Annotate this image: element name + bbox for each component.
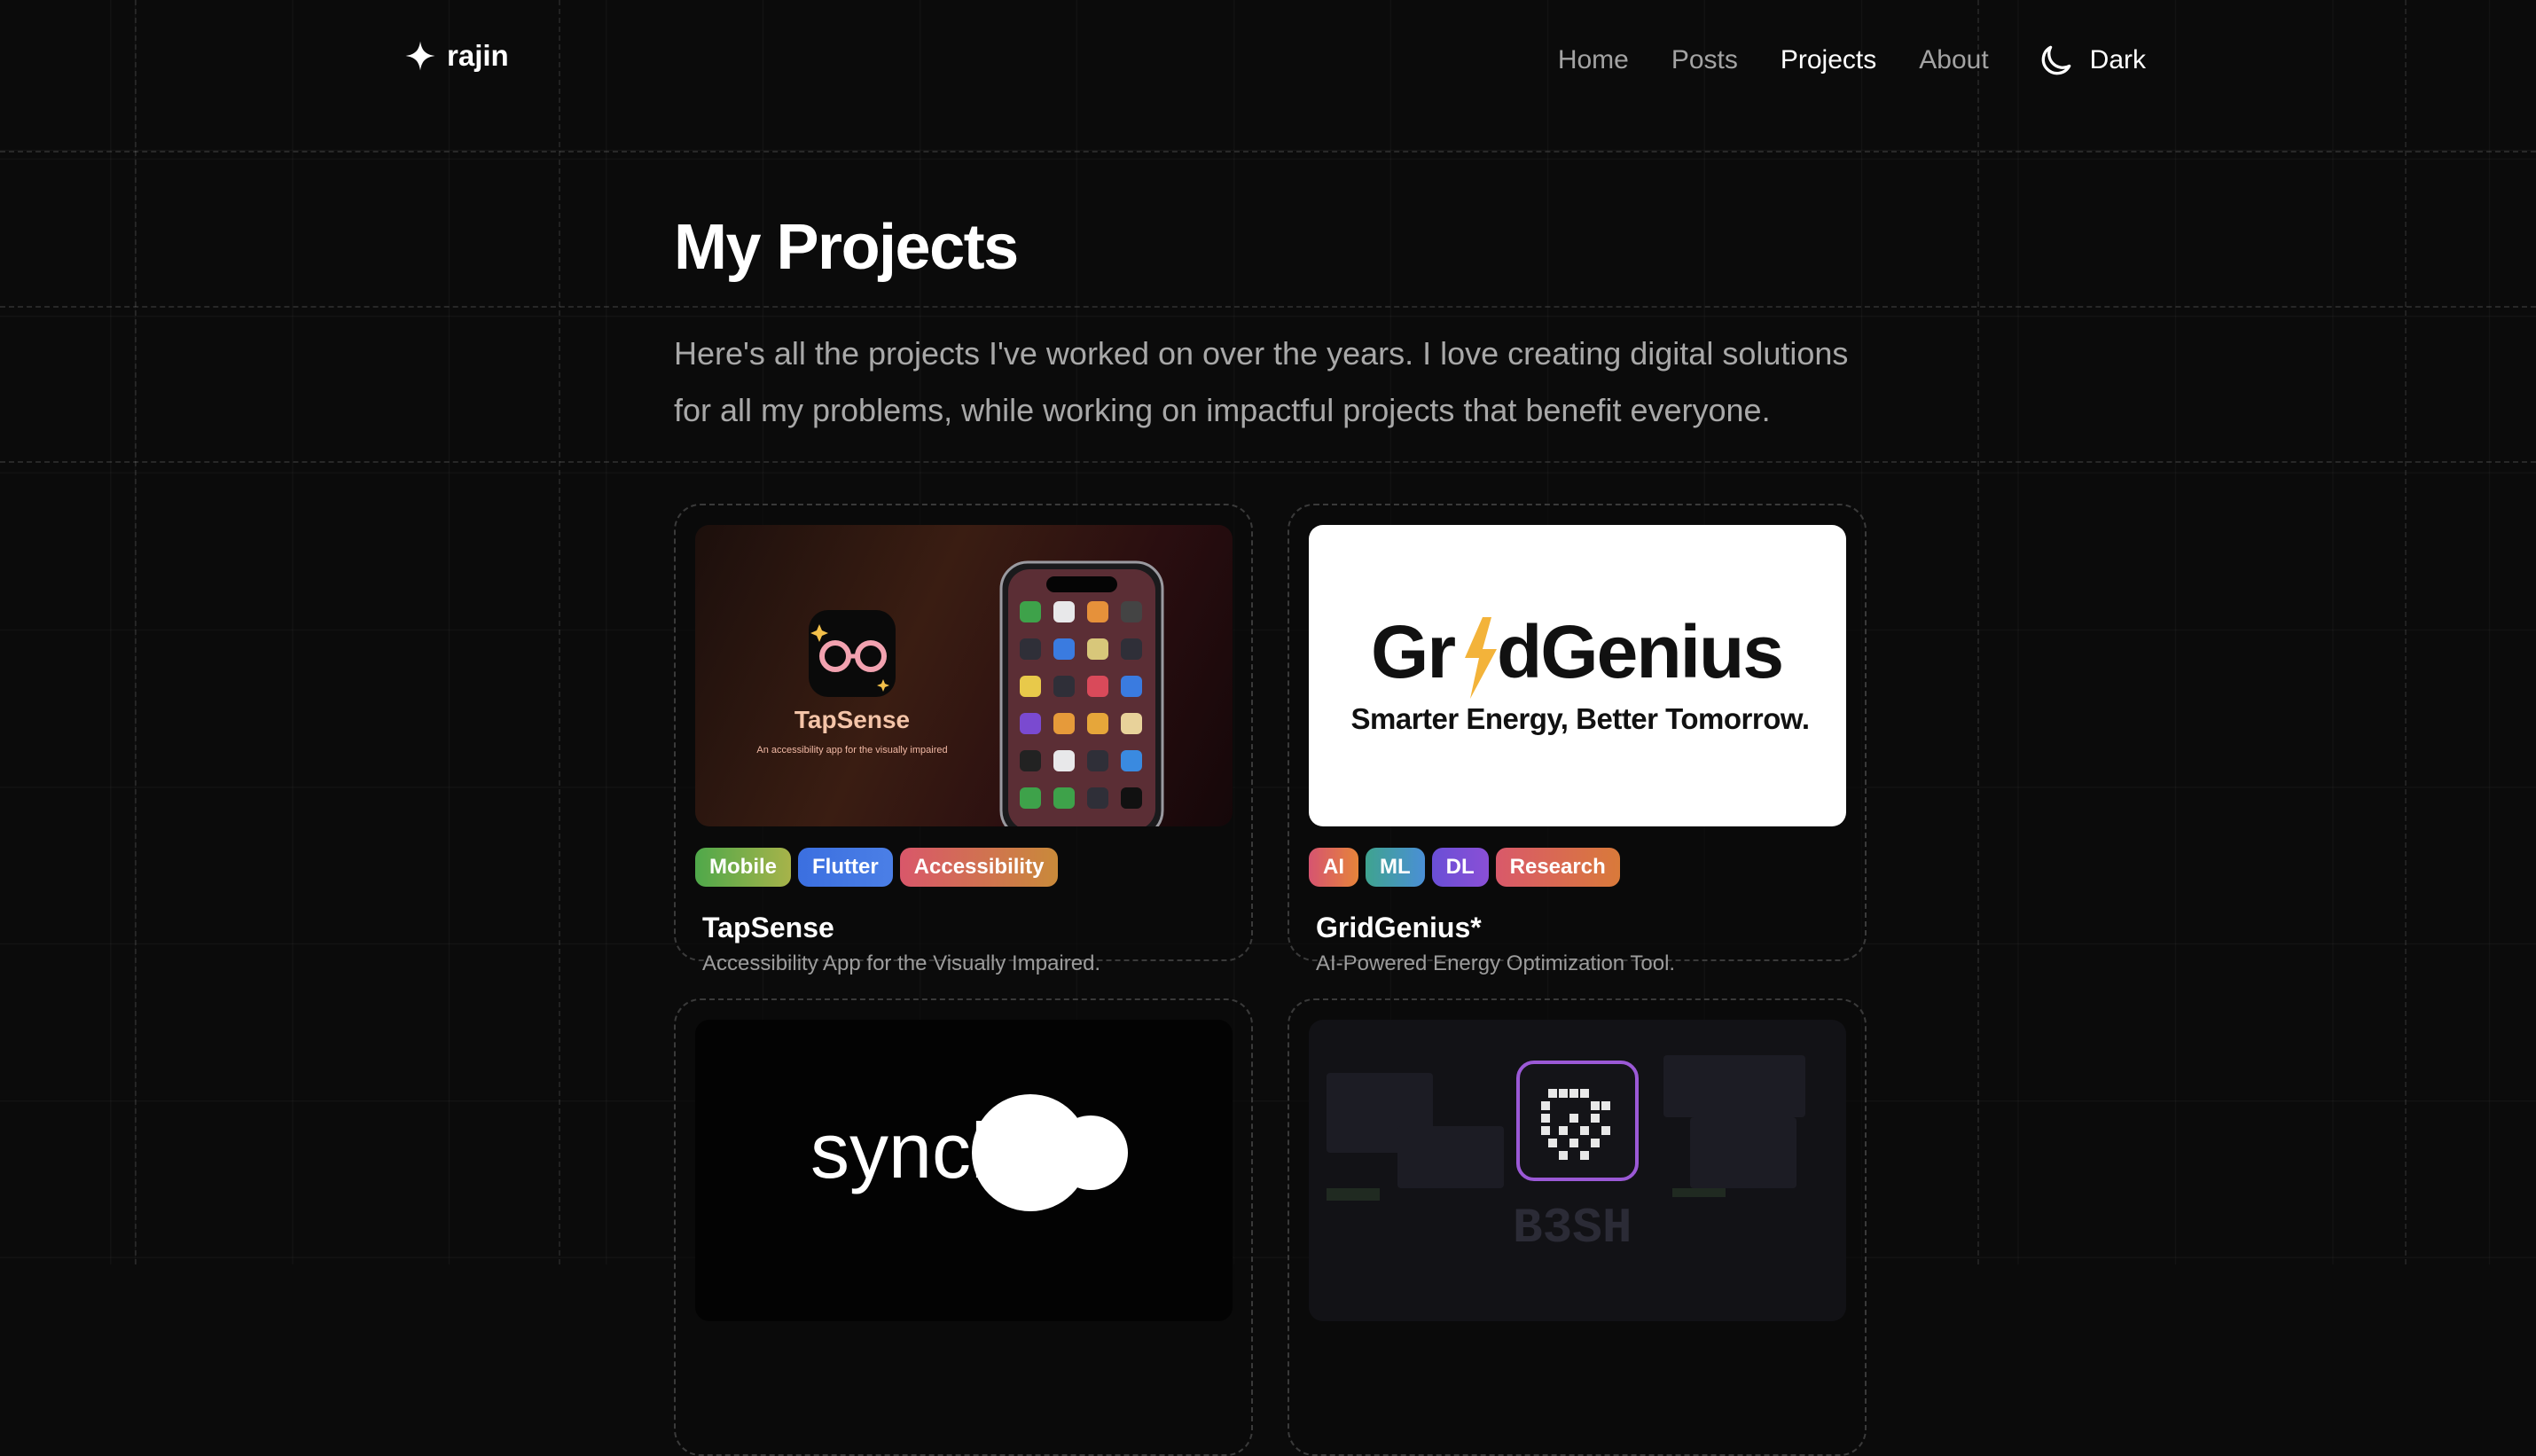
project-title[interactable]: GridGenius* bbox=[1316, 912, 1845, 944]
svg-text:Smarter Energy, Better Tomorro: Smarter Energy, Better Tomorrow. bbox=[1350, 702, 1809, 735]
project-thumbnail: TapSense An accessibility app for the vi… bbox=[695, 525, 1233, 826]
nav-posts[interactable]: Posts bbox=[1671, 45, 1738, 75]
syncly-artwork: syncly syncly bbox=[810, 1094, 1128, 1211]
grid-line bbox=[1977, 0, 1979, 1264]
nav-home[interactable]: Home bbox=[1558, 45, 1629, 75]
grid-line bbox=[0, 461, 2536, 463]
main-content: My Projects Here's all the projects I've… bbox=[674, 212, 1867, 439]
tag-list: Mobile Flutter Accessibility bbox=[695, 848, 1232, 887]
project-description: AI-Powered Energy Optimization Tool. bbox=[1316, 951, 1676, 975]
sparkle-icon bbox=[405, 41, 435, 71]
project-thumbnail: B3SH bbox=[1309, 1020, 1846, 1321]
tag-mobile[interactable]: Mobile bbox=[695, 848, 791, 887]
page-intro: Here's all the projects I've worked on o… bbox=[674, 335, 1849, 429]
tag-dl[interactable]: DL bbox=[1431, 848, 1489, 887]
gridgenius-artwork: Gr dGenius Smarter Energy, Better Tomorr… bbox=[1350, 610, 1810, 735]
grid-line bbox=[559, 0, 560, 1264]
project-description: Accessibility App for the Visually Impai… bbox=[702, 951, 1101, 975]
b3sh-artwork: B3SH bbox=[1327, 1055, 1805, 1256]
tag-ai[interactable]: AI bbox=[1309, 848, 1358, 887]
svg-text:B3SH: B3SH bbox=[1513, 1200, 1632, 1256]
moon-icon bbox=[2041, 45, 2070, 75]
site-header: rajin Home Posts Projects About Dark bbox=[0, 0, 2536, 151]
project-thumbnail: syncly syncly bbox=[695, 1020, 1233, 1321]
svg-text:TapSense: TapSense bbox=[794, 706, 910, 733]
main-nav: Home Posts Projects About Dark bbox=[1558, 41, 2146, 80]
svg-text:An accessibility app for the v: An accessibility app for the visually im… bbox=[756, 745, 947, 755]
nav-about[interactable]: About bbox=[1919, 45, 1988, 75]
tag-accessibility[interactable]: Accessibility bbox=[899, 848, 1059, 887]
svg-text:Gr: Gr bbox=[1371, 610, 1455, 693]
theme-toggle[interactable]: Dark bbox=[2037, 41, 2146, 80]
tapsense-artwork: TapSense An accessibility app for the vi… bbox=[756, 560, 1164, 826]
tag-list: AI ML DL Research bbox=[1309, 848, 1845, 887]
project-card-gridgenius[interactable]: Gr dGenius Smarter Energy, Better Tomorr… bbox=[1288, 504, 1867, 975]
lightning-icon bbox=[1465, 617, 1497, 699]
svg-text:syncly: syncly bbox=[810, 1107, 1028, 1194]
tag-research[interactable]: Research bbox=[1495, 848, 1620, 887]
project-thumbnail: Gr dGenius Smarter Energy, Better Tomorr… bbox=[1309, 525, 1846, 826]
theme-label: Dark bbox=[2089, 45, 2146, 74]
project-card-b3sh[interactable]: B3SH bbox=[1288, 998, 1867, 1456]
grid-line bbox=[135, 0, 137, 1264]
logo-text: rajin bbox=[447, 39, 509, 72]
nav-projects[interactable]: Projects bbox=[1781, 45, 1876, 75]
project-card-syncly[interactable]: syncly syncly bbox=[674, 998, 1253, 1456]
site-logo[interactable]: rajin bbox=[404, 39, 509, 73]
project-grid: TapSense An accessibility app for the vi… bbox=[674, 504, 1867, 1456]
svg-text:dGenius: dGenius bbox=[1497, 610, 1782, 693]
project-card-tapsense[interactable]: TapSense An accessibility app for the vi… bbox=[674, 504, 1253, 975]
tag-ml[interactable]: ML bbox=[1366, 848, 1425, 887]
page-title: My Projects bbox=[674, 212, 1019, 283]
grid-line bbox=[0, 151, 2536, 153]
grid-line bbox=[2405, 0, 2407, 1264]
tag-flutter[interactable]: Flutter bbox=[798, 848, 893, 887]
project-title[interactable]: TapSense bbox=[702, 912, 1232, 944]
